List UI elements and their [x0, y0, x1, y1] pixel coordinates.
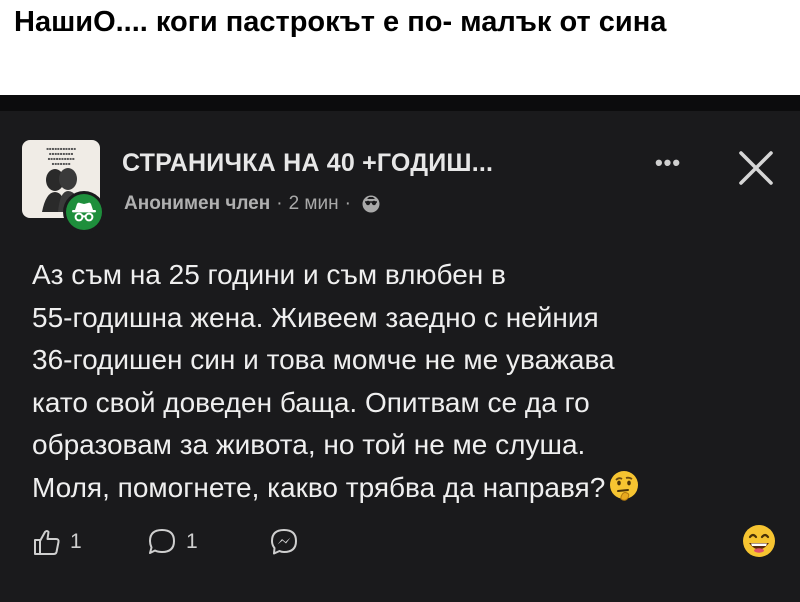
incognito-icon — [72, 202, 96, 222]
meta-separator: · — [344, 193, 351, 214]
anonymous-member-avatar[interactable] — [63, 191, 105, 233]
post-meta: Анонимен член · 2 мин · — [124, 193, 381, 215]
top-strip — [0, 95, 800, 111]
messenger-icon — [271, 529, 297, 555]
more-options-button[interactable]: ••• — [648, 145, 688, 185]
thinking-emoji-icon — [610, 470, 639, 501]
facebook-post-screenshot: ▪▪▪▪▪▪▪▪▪▪▪ ▪▪▪▪▪▪▪▪▪ ▪▪▪▪▪▪▪▪▪▪ ▪▪▪▪▪▪▪ СТ… — [0, 95, 800, 602]
send-messenger-button[interactable] — [268, 522, 300, 562]
globe-icon — [362, 195, 380, 213]
group-name-link[interactable]: СТРАНИЧКА НА 40 +ГОДИШ... — [122, 149, 493, 178]
meta-separator: · — [276, 193, 283, 214]
like-button[interactable]: 1 — [32, 522, 82, 562]
comment-count: 1 — [186, 530, 198, 553]
grinning-emoji-icon[interactable] — [740, 522, 778, 560]
post-body: Аз съм на 25 години и съм влюбен в 55-го… — [32, 254, 772, 509]
like-count: 1 — [70, 530, 82, 553]
comment-icon — [149, 529, 175, 554]
meme-caption: НашиО.... коги пастрокът е по- малък от … — [14, 6, 667, 38]
author-name[interactable]: Анонимен член — [124, 193, 270, 215]
thumbs-up-icon — [34, 530, 60, 555]
comment-button[interactable]: 1 — [146, 522, 198, 562]
post-text: Аз съм на 25 години и съм влюбен в 55-го… — [32, 259, 615, 503]
close-icon[interactable] — [733, 145, 779, 191]
post-time[interactable]: 2 мин — [289, 193, 339, 215]
anonymous-badge — [66, 194, 102, 230]
